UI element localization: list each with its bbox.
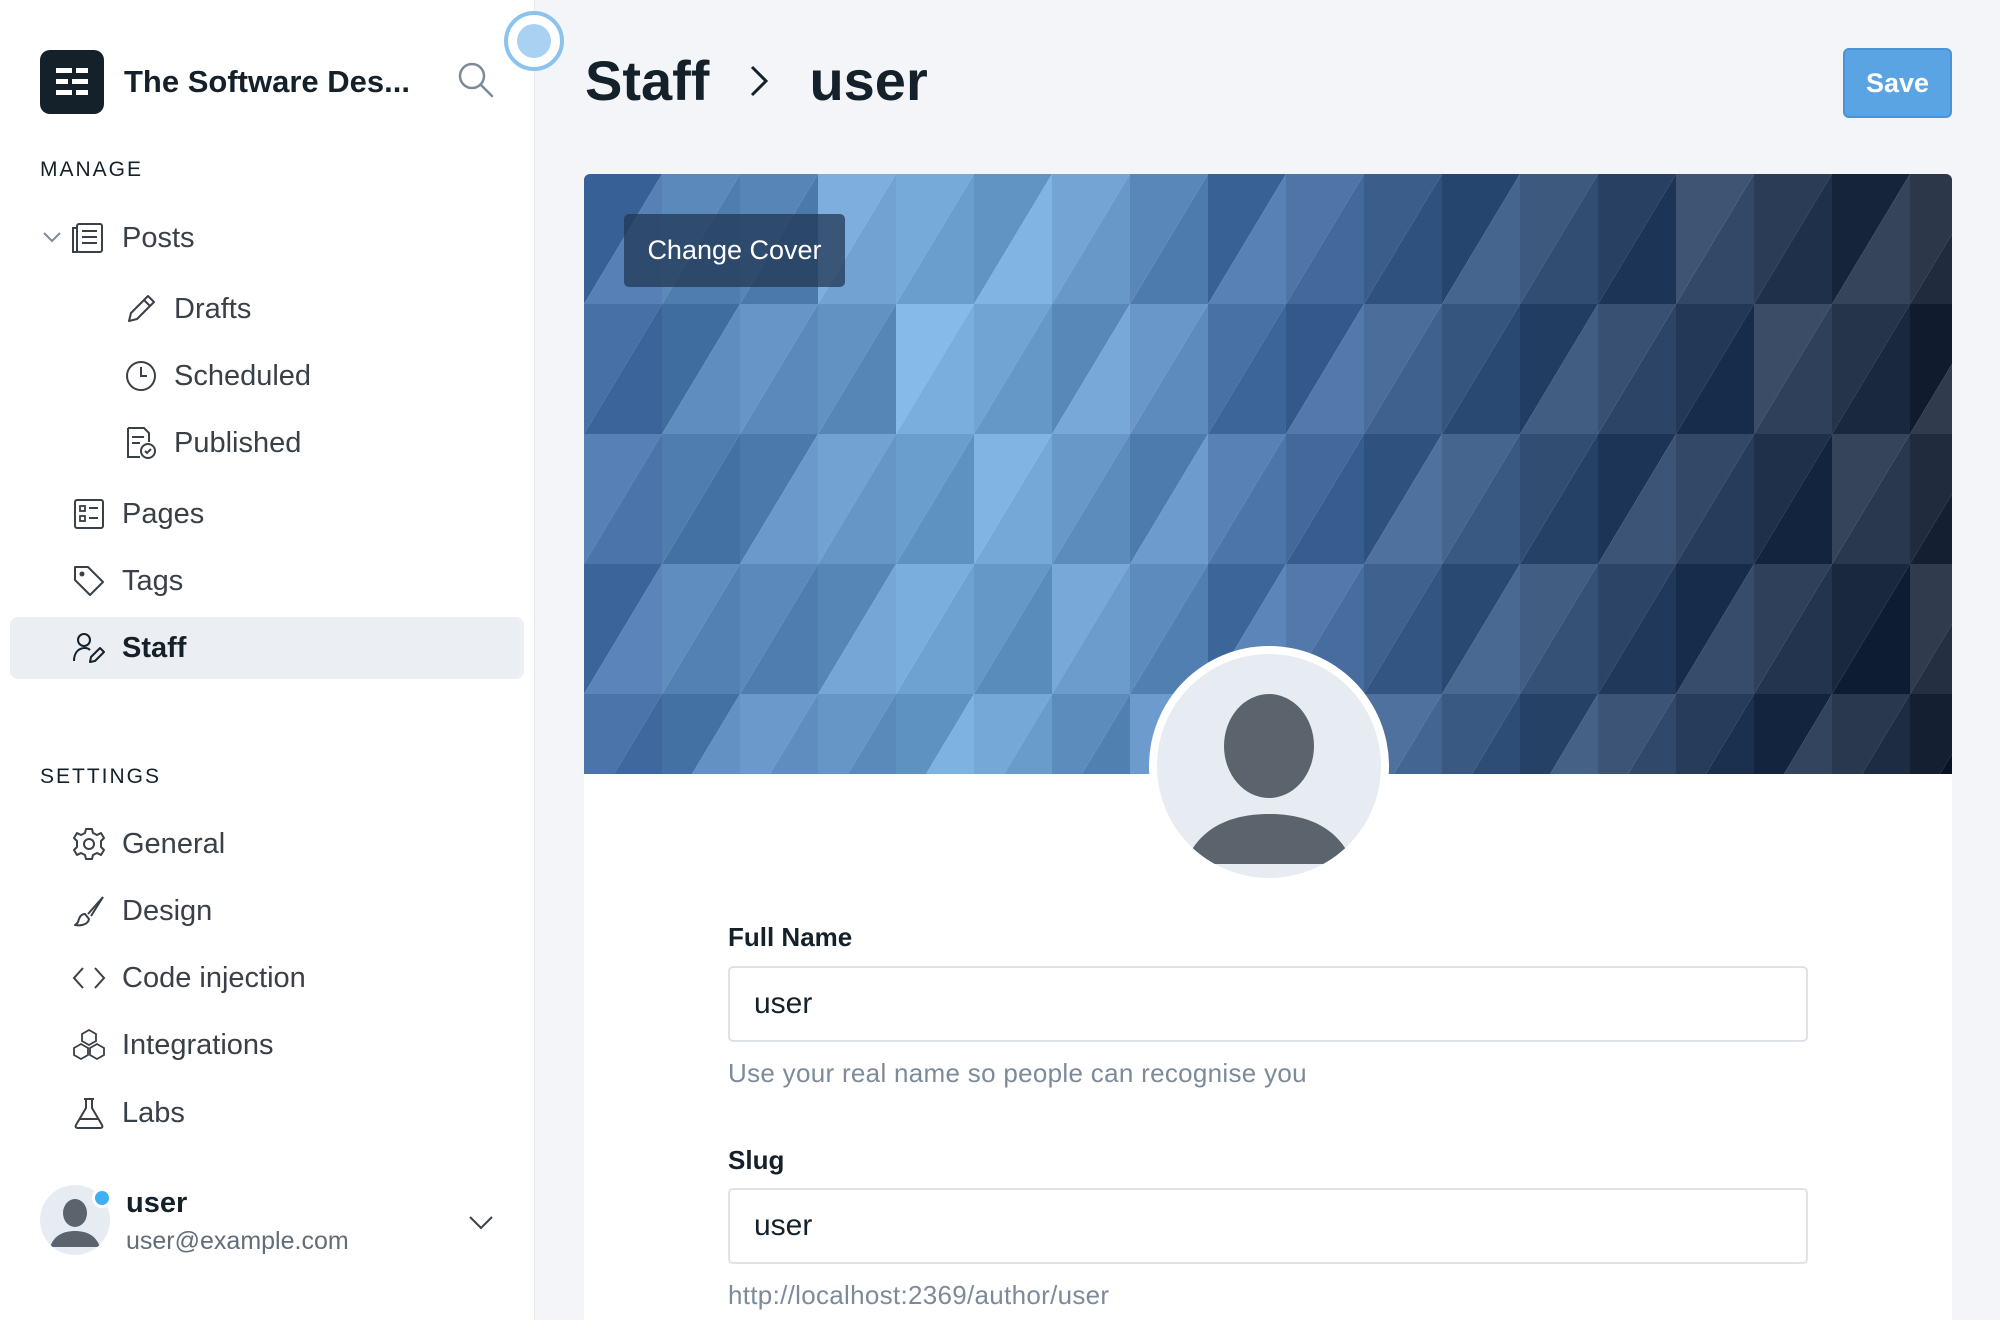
pencil-icon <box>128 295 155 322</box>
full-name-help: Use your real name so people can recogni… <box>728 1058 1307 1088</box>
staff-icon <box>73 633 105 663</box>
integrations-icon <box>73 1028 105 1061</box>
flask-icon <box>74 1098 104 1129</box>
sidebar-item-label: Design <box>122 894 213 927</box>
sidebar-item-label: Labs <box>122 1096 185 1129</box>
sidebar-item-drafts[interactable]: Drafts <box>10 278 524 340</box>
save-button[interactable]: Save <box>1843 48 1952 118</box>
slug-label: Slug <box>728 1145 785 1175</box>
sidebar-item-pages[interactable]: Pages <box>10 483 524 545</box>
user-menu[interactable]: user user@example.com <box>40 1185 510 1265</box>
full-name-label: Full Name <box>728 922 853 952</box>
sidebar-item-label: Posts <box>122 221 195 254</box>
breadcrumb-current: user <box>809 49 928 112</box>
brush-icon <box>74 896 104 927</box>
sidebar-item-label: Integrations <box>122 1028 274 1061</box>
cursor-focus-indicator <box>504 11 564 71</box>
sidebar-item-published[interactable]: Published <box>10 412 524 474</box>
user-email: user@example.com <box>126 1227 349 1255</box>
cover-tile <box>1910 694 1952 774</box>
chevron-down-icon[interactable] <box>40 225 64 249</box>
brand[interactable]: The Software Des... <box>40 50 444 114</box>
code-icon <box>72 967 106 989</box>
site-name: The Software Des... <box>124 64 410 99</box>
profile-photo[interactable] <box>1149 646 1389 886</box>
slug-url: http://localhost:2369/author/user <box>728 1280 1110 1310</box>
sidebar-item-label: Published <box>174 426 302 459</box>
gear-icon <box>73 828 105 860</box>
posts-icon <box>72 223 103 253</box>
logo-icon <box>56 68 88 95</box>
sidebar-item-label: Staff <box>122 631 187 664</box>
sidebar-item-code-injection[interactable]: Code injection <box>10 947 524 1009</box>
user-avatar-icon <box>1185 694 1353 864</box>
chevron-down-icon[interactable] <box>466 1207 496 1237</box>
search-icon[interactable] <box>456 60 496 100</box>
sidebar-item-label: Tags <box>122 564 184 597</box>
sidebar-item-posts[interactable]: Posts <box>10 207 524 269</box>
sidebar-item-label: Drafts <box>174 292 252 325</box>
manage-section-label: MANAGE <box>40 158 144 181</box>
sidebar-item-label: General <box>122 827 226 860</box>
sidebar-item-general[interactable]: General <box>10 813 524 875</box>
pages-icon <box>74 499 104 529</box>
full-name-input[interactable] <box>728 966 1808 1042</box>
status-indicator <box>92 1188 112 1208</box>
sidebar-item-integrations[interactable]: Integrations <box>10 1014 524 1076</box>
sidebar-item-design[interactable]: Design <box>10 880 524 942</box>
clock-icon <box>126 361 156 391</box>
change-cover-button[interactable]: Change Cover <box>624 214 845 287</box>
breadcrumb-parent[interactable]: Staff <box>585 48 709 113</box>
sidebar-item-tags[interactable]: Tags <box>10 550 524 612</box>
sidebar-item-label: Code injection <box>122 961 306 994</box>
settings-section-label: SETTINGS <box>40 765 162 788</box>
sidebar-item-scheduled[interactable]: Scheduled <box>10 345 524 407</box>
breadcrumb: Staff user <box>585 48 928 113</box>
sidebar-item-labs[interactable]: Labs <box>10 1082 524 1144</box>
tag-icon <box>74 566 104 596</box>
site-logo <box>40 50 104 114</box>
slug-input[interactable] <box>728 1188 1808 1264</box>
published-icon <box>127 427 156 459</box>
chevron-right-icon <box>751 65 769 96</box>
sidebar: The Software Des... MANAGE Posts Drafts … <box>0 0 564 1320</box>
sidebar-item-staff[interactable]: Staff <box>10 617 524 679</box>
sidebar-item-label: Scheduled <box>174 359 312 392</box>
sidebar-item-label: Pages <box>122 497 205 530</box>
user-name: user <box>126 1187 188 1219</box>
